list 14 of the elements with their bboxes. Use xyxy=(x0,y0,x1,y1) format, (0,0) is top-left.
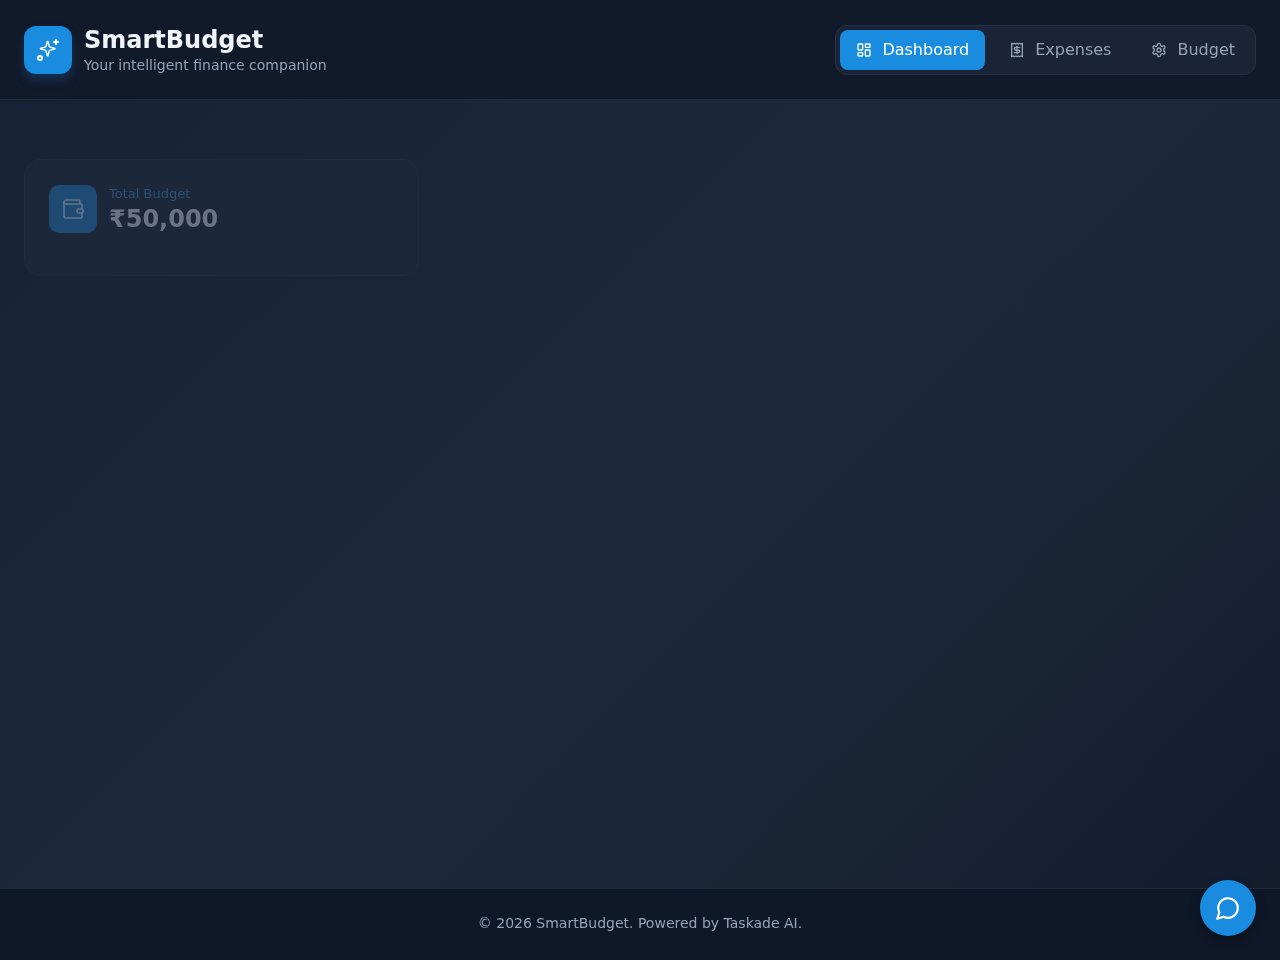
stat-value: ₹50,000 xyxy=(109,204,219,234)
settings-icon xyxy=(1151,41,1168,58)
receipt-icon xyxy=(1009,41,1026,58)
stat-label: Total Budget xyxy=(109,186,192,202)
footer-text: © 2026 SmartBudget. Powered by Taskade AI. xyxy=(477,914,803,931)
sparkles-logo-icon xyxy=(24,25,72,74)
nav-tab[interactable]: Expenses xyxy=(993,29,1128,70)
app-subtitle: Your intelligent finance companion xyxy=(84,56,327,74)
grid-icon xyxy=(856,41,873,58)
chat-bubble-icon xyxy=(1215,895,1241,921)
app-title: SmartBudget xyxy=(84,25,265,54)
nav-tab[interactable]: Dashboard xyxy=(840,29,986,70)
nav-tab[interactable]: Budget xyxy=(1135,29,1251,70)
wallet-icon xyxy=(49,185,97,233)
